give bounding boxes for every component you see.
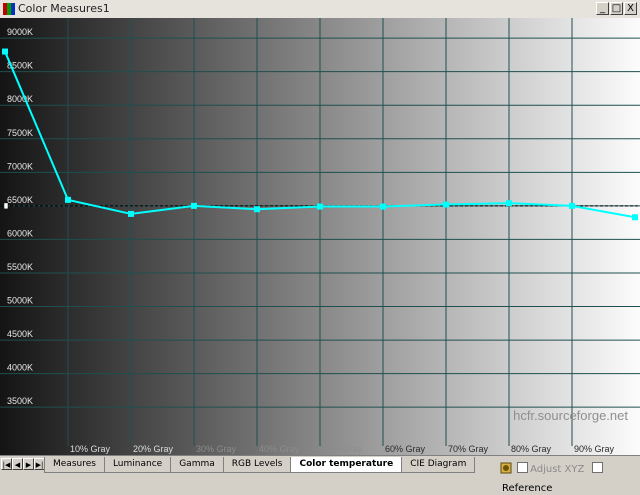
x-tick-label: 40% Gray — [259, 444, 300, 454]
data-point — [569, 202, 575, 209]
x-tick-label: 70% Gray — [448, 444, 489, 454]
tab-luminance[interactable]: Luminance — [103, 457, 172, 473]
maximize-button[interactable]: □ — [610, 2, 623, 15]
x-tick-label: 60% Gray — [385, 444, 426, 454]
sheet-tab-bar: |◀ ◀ ▶ ▶| Measures Luminance Gamma RGB L… — [0, 455, 640, 494]
x-tick-label: 50% Gray — [322, 444, 363, 454]
tab-list: Measures Luminance Gamma RGB Levels Colo… — [44, 457, 476, 474]
tab-measures[interactable]: Measures — [44, 457, 105, 473]
tab-gamma[interactable]: Gamma — [170, 457, 224, 473]
y-tick-label: 7000K — [7, 161, 33, 171]
x-tick-label: 30% Gray — [196, 444, 237, 454]
reference-marker — [3, 202, 9, 210]
x-tick-label: 10% Gray — [70, 444, 111, 454]
y-tick-label: 3500K — [7, 396, 33, 406]
watermark: hcfr.sourceforge.net — [513, 408, 628, 423]
tab-rgb-levels[interactable]: RGB Levels — [222, 457, 292, 473]
y-tick-label: 4000K — [7, 363, 33, 373]
data-point — [2, 48, 8, 55]
close-button[interactable]: X — [624, 2, 637, 15]
y-tick-label: 5500K — [7, 262, 33, 272]
prev-tab-button[interactable]: ◀ — [12, 458, 23, 470]
data-point — [254, 206, 260, 213]
y-tick-label: 7500K — [7, 128, 33, 138]
window-title: Color Measures1 — [18, 2, 110, 15]
first-tab-button[interactable]: |◀ — [1, 458, 12, 470]
reference-checkbox[interactable] — [592, 462, 604, 473]
x-tick-label: 90% Gray — [574, 444, 615, 454]
data-point — [506, 200, 512, 207]
data-point — [443, 201, 449, 208]
sensor-icon — [500, 462, 512, 474]
reference-label: Reference — [502, 483, 553, 494]
x-tick-label: 20% Gray — [133, 444, 174, 454]
y-tick-label: 8000K — [7, 94, 33, 104]
tab-cie-diagram[interactable]: CIE Diagram — [401, 457, 476, 473]
y-tick-label: 5000K — [7, 296, 33, 306]
color-temperature-chart: 9000K8500K8000K7500K7000K6500K6000K5500K… — [0, 18, 640, 455]
minimize-button[interactable]: _ — [596, 2, 609, 15]
app-icon — [3, 3, 15, 15]
tab-color-temperature[interactable]: Color temperature — [290, 457, 403, 473]
data-point — [128, 210, 134, 217]
adjust-xyz-label: Adjust XYZ — [530, 464, 585, 475]
y-tick-label: 6500K — [7, 195, 33, 205]
y-tick-label: 9000K — [7, 27, 33, 37]
data-point — [191, 202, 197, 209]
data-point — [317, 203, 323, 210]
data-point — [380, 203, 386, 210]
options-group: Adjust XYZ Reference — [500, 457, 640, 494]
y-tick-label: 6000K — [7, 228, 33, 238]
x-axis-labels: 10% Gray 20% Gray 30% Gray 40% Gray 50% Gray… — [70, 444, 615, 454]
x-tick-label: 80% Gray — [511, 444, 552, 454]
title-bar: Color Measures1 _ □ X — [0, 0, 640, 19]
next-tab-button[interactable]: ▶ — [23, 458, 34, 470]
y-tick-label: 4500K — [7, 329, 33, 339]
adjust-xyz-checkbox[interactable] — [517, 462, 529, 473]
data-point — [632, 214, 638, 221]
data-point — [65, 196, 71, 203]
